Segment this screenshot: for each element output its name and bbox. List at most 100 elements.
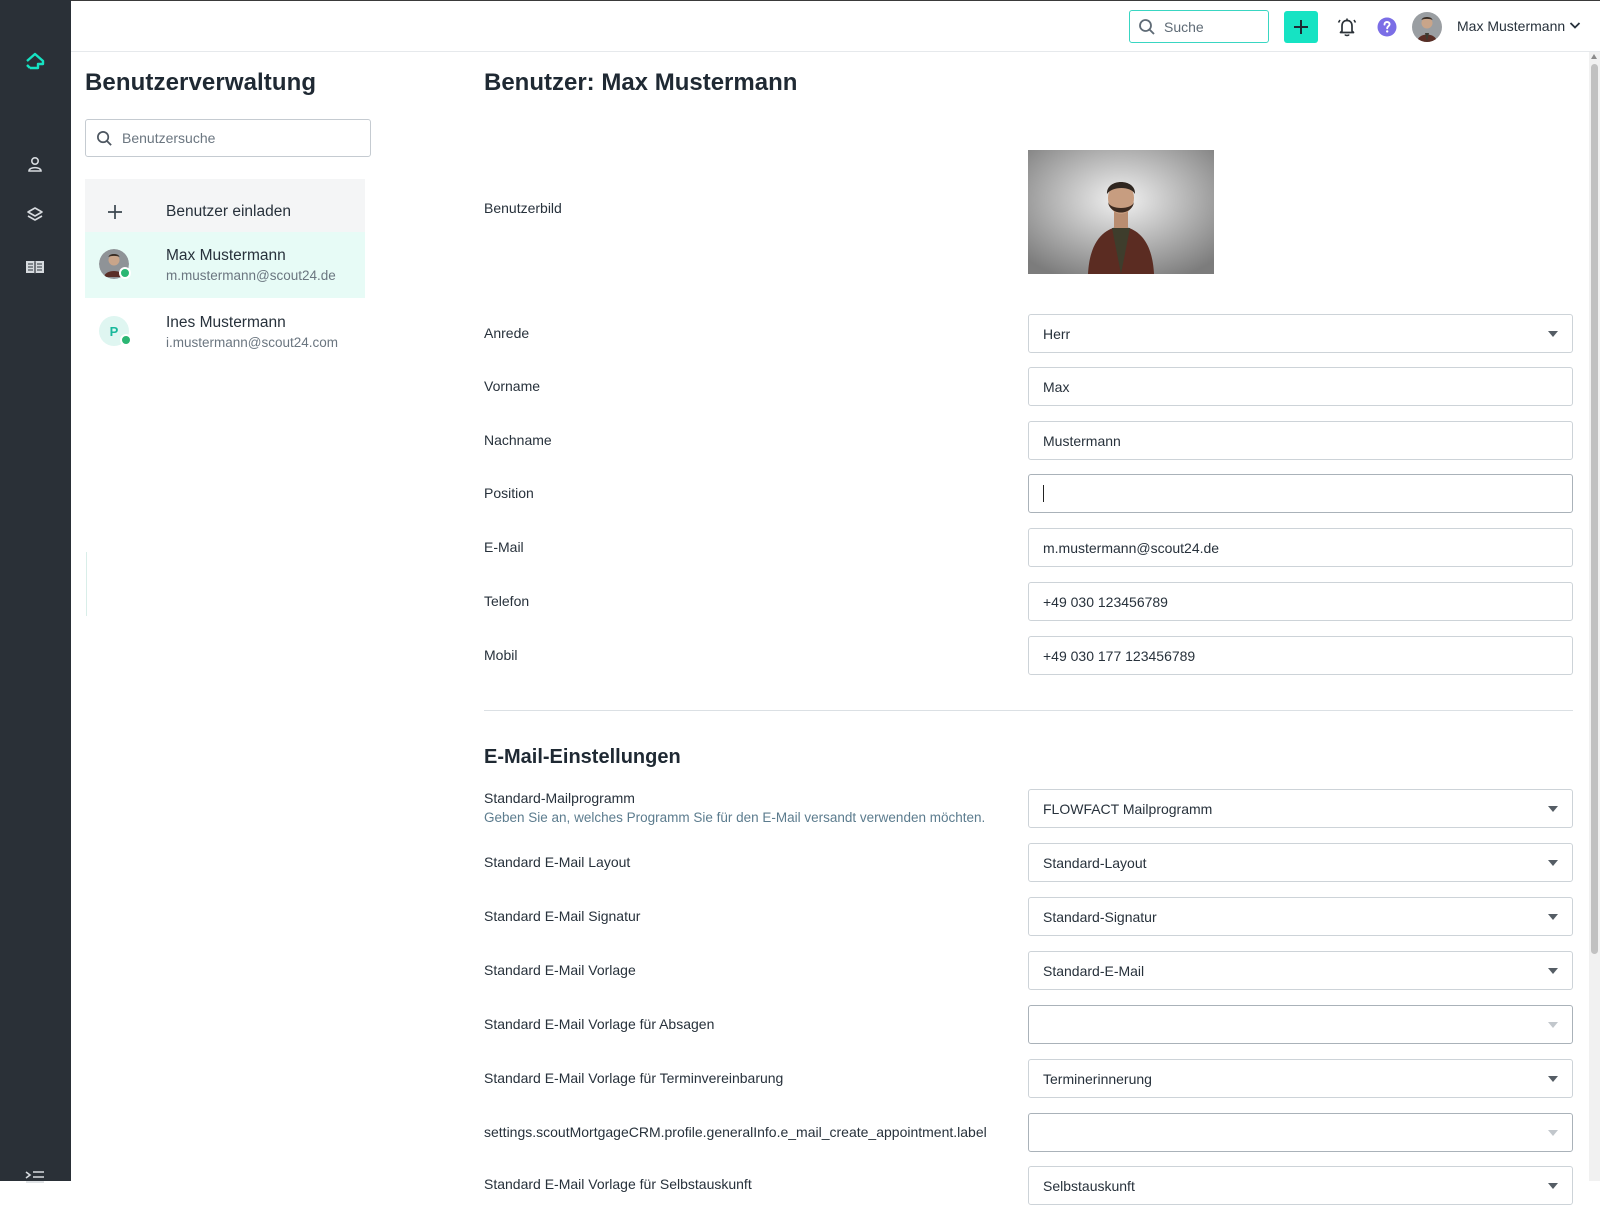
invite-user-label: Benutzer einladen: [166, 203, 291, 220]
rejection-template-label: Standard E-Mail Vorlage für Absagen: [484, 1016, 715, 1032]
user-email: i.mustermann@scout24.com: [166, 335, 339, 350]
avatar: P: [99, 316, 132, 346]
scroll-up-icon[interactable]: [1591, 54, 1597, 59]
avatar-initial: P: [109, 323, 119, 339]
email-field[interactable]: m.mustermann@scout24.de: [1028, 528, 1573, 567]
appointment-template-select[interactable]: Terminerinnerung: [1028, 1059, 1573, 1098]
book-icon[interactable]: [20, 252, 50, 282]
avatar[interactable]: [1412, 12, 1442, 42]
self-disclosure-template-value: Selbstauskunft: [1043, 1177, 1135, 1194]
current-user-name[interactable]: Max Mustermann: [1457, 18, 1565, 34]
email-signature-label: Standard E-Mail Signatur: [484, 908, 641, 924]
phone-field[interactable]: +49 030 123456789: [1028, 582, 1573, 621]
list-item[interactable]: P Ines Mustermann i.mustermann@scout24.c…: [85, 299, 365, 365]
top-bar: Max Mustermann: [71, 0, 1600, 52]
global-search-input[interactable]: [1164, 18, 1258, 35]
app-logo-icon[interactable]: [20, 46, 50, 76]
user-photo[interactable]: [1028, 150, 1214, 274]
user-name: Ines Mustermann: [166, 314, 286, 331]
email-template-value: Standard-E-Mail: [1043, 962, 1145, 979]
user-name: Max Mustermann: [166, 247, 286, 264]
chevron-down-icon: [1548, 1076, 1558, 1082]
add-button[interactable]: [1284, 11, 1318, 43]
user-search-input[interactable]: [122, 130, 352, 146]
email-template-label: Standard E-Mail Vorlage: [484, 962, 636, 978]
email-value: m.mustermann@scout24.de: [1043, 539, 1220, 556]
first-name-value: Max: [1043, 378, 1070, 395]
mobile-field[interactable]: +49 030 177 123456789: [1028, 636, 1573, 675]
first-name-field[interactable]: Max: [1028, 367, 1573, 406]
divider: [484, 710, 1573, 711]
bell-icon: [1337, 18, 1357, 37]
email-layout-value: Standard-Layout: [1043, 854, 1147, 871]
email-layout-label: Standard E-Mail Layout: [484, 854, 631, 870]
avatar-wrapper: P: [99, 316, 132, 348]
plus-icon: [99, 196, 131, 228]
phone-label: Telefon: [484, 593, 530, 609]
plus-icon: [1294, 20, 1308, 34]
email-template-select[interactable]: Standard-E-Mail: [1028, 951, 1573, 990]
mobile-label: Mobil: [484, 647, 518, 663]
self-disclosure-template-select[interactable]: Selbstauskunft: [1028, 1166, 1573, 1205]
salutation-value: Herr: [1043, 325, 1071, 342]
create-appointment-template-select[interactable]: [1028, 1113, 1573, 1152]
mail-program-help: Geben Sie an, welches Programm Sie für d…: [484, 810, 986, 825]
chevron-down-icon: [1548, 1130, 1558, 1136]
photo-label: Benutzerbild: [484, 200, 562, 216]
chevron-down-icon: [1548, 914, 1558, 920]
notifications-button[interactable]: [1333, 13, 1361, 41]
page-title: Benutzer: Max Mustermann: [484, 69, 798, 96]
email-label: E-Mail: [484, 539, 524, 555]
global-search[interactable]: [1129, 10, 1269, 43]
mail-program-label: Standard-Mailprogramm: [484, 790, 635, 806]
text-cursor: [1043, 485, 1044, 502]
list-item[interactable]: Max Mustermann m.mustermann@scout24.de: [85, 232, 365, 298]
online-status-icon: [119, 267, 131, 279]
scrollbar[interactable]: [1589, 52, 1600, 1181]
search-icon: [1139, 18, 1155, 35]
search-icon: [97, 130, 112, 146]
divider: [86, 552, 87, 616]
rejection-template-select[interactable]: [1028, 1005, 1573, 1044]
position-label: Position: [484, 485, 534, 501]
chevron-down-icon: [1548, 806, 1558, 812]
user-management-panel: Benutzerverwaltung Benutzer einladen Max…: [71, 52, 371, 1181]
email-settings-title: E-Mail-Einstellungen: [484, 746, 681, 768]
position-field[interactable]: [1028, 474, 1573, 513]
create-appointment-template-label: settings.scoutMortgageCRM.profile.genera…: [484, 1124, 987, 1140]
chevron-down-icon: [1548, 1183, 1558, 1189]
mobile-value: +49 030 177 123456789: [1043, 647, 1196, 664]
mail-program-select[interactable]: FLOWFACT Mailprogramm: [1028, 789, 1573, 828]
last-name-field[interactable]: Mustermann: [1028, 421, 1573, 460]
email-layout-select[interactable]: Standard-Layout: [1028, 843, 1573, 882]
salutation-label: Anrede: [484, 325, 530, 341]
user-email: m.mustermann@scout24.de: [166, 268, 336, 283]
chevron-down-icon: [1548, 860, 1558, 866]
user-search[interactable]: [85, 119, 371, 157]
scrollbar-thumb[interactable]: [1591, 64, 1598, 954]
appointment-template-value: Terminerinnerung: [1043, 1070, 1152, 1087]
page-title: Benutzerverwaltung: [85, 69, 317, 96]
last-name-value: Mustermann: [1043, 432, 1121, 449]
layers-icon[interactable]: [20, 200, 50, 230]
email-signature-select[interactable]: Standard-Signatur: [1028, 897, 1573, 936]
appointment-template-label: Standard E-Mail Vorlage für Terminverein…: [484, 1070, 784, 1086]
self-disclosure-template-label: Standard E-Mail Vorlage für Selbstauskun…: [484, 1176, 752, 1192]
chevron-down-icon: [1548, 1022, 1558, 1028]
email-signature-value: Standard-Signatur: [1043, 908, 1157, 925]
online-status-icon: [120, 334, 132, 346]
phone-value: +49 030 123456789: [1043, 593, 1168, 610]
chevron-down-icon: [1548, 331, 1558, 337]
nav-rail: [0, 0, 71, 1183]
salutation-select[interactable]: Herr: [1028, 314, 1573, 353]
first-name-label: Vorname: [484, 378, 541, 394]
chevron-down-icon: [1548, 968, 1558, 974]
last-name-label: Nachname: [484, 432, 552, 448]
help-icon: [1377, 17, 1397, 37]
chevron-down-icon[interactable]: [1569, 18, 1581, 36]
help-button[interactable]: [1373, 13, 1401, 41]
avatar: [99, 249, 131, 281]
collapse-menu-icon[interactable]: [20, 1162, 50, 1192]
mail-program-value: FLOWFACT Mailprogramm: [1043, 800, 1213, 817]
user-icon[interactable]: [20, 149, 50, 179]
